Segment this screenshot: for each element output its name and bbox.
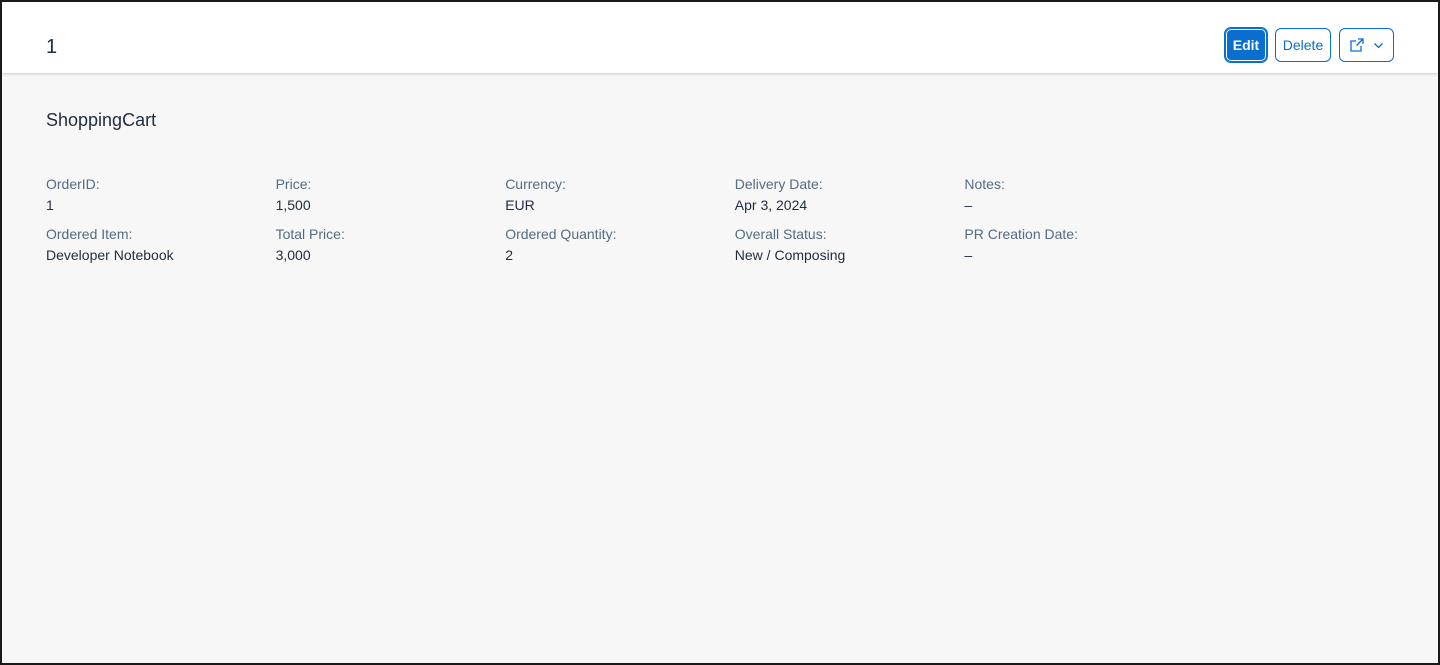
field-order-id: OrderID: 1 [46, 175, 276, 215]
delete-button[interactable]: Delete [1275, 28, 1331, 62]
field-value: New / Composing [734, 247, 846, 263]
object-page: 1 Edit Delete ShoppingCart OrderID: 1 Pr… [0, 0, 1440, 665]
field-value: EUR [505, 197, 535, 213]
chevron-down-icon [1373, 40, 1384, 51]
field-label: Ordered Quantity: [505, 226, 617, 242]
field-value: 3,000 [275, 247, 311, 263]
field-label: Ordered Item: [46, 226, 133, 242]
header-actions: Edit Delete [1224, 27, 1394, 63]
field-label: Delivery Date: [734, 176, 823, 192]
object-header: 1 Edit Delete [2, 2, 1438, 73]
section-title: ShoppingCart [46, 110, 157, 130]
edit-button[interactable]: Edit [1224, 27, 1268, 63]
field-ordered-item: Ordered Item: Developer Notebook [46, 225, 276, 265]
field-value: 2 [505, 247, 513, 263]
field-label: Notes: [964, 176, 1005, 192]
field-value: Apr 3, 2024 [734, 197, 808, 213]
field-price: Price: 1,500 [276, 175, 506, 215]
field-value: Developer Notebook [46, 247, 174, 263]
field-overall-status: Overall Status: New / Composing [735, 225, 965, 265]
section-content: ShoppingCart OrderID: 1 Price: 1,500 Cur… [46, 109, 1394, 263]
field-total-price: Total Price: 3,000 [276, 225, 506, 265]
share-icon [1349, 37, 1365, 53]
field-pr-creation-date: PR Creation Date: – [964, 225, 1194, 265]
field-value: – [964, 197, 973, 213]
field-currency: Currency: EUR [505, 175, 735, 215]
field-label: PR Creation Date: [964, 226, 1078, 242]
field-label: OrderID: [46, 176, 100, 192]
share-menu-button[interactable] [1339, 28, 1394, 62]
field-label: Overall Status: [734, 226, 827, 242]
field-label: Price: [275, 176, 312, 192]
field-label: Currency: [505, 176, 566, 192]
object-title: 1 [46, 36, 58, 58]
field-value: – [964, 247, 973, 263]
field-delivery-date: Delivery Date: Apr 3, 2024 [735, 175, 965, 215]
field-grid: OrderID: 1 Price: 1,500 Currency: EUR De… [46, 175, 1194, 265]
field-label: Total Price: [275, 226, 345, 242]
field-notes: Notes: – [964, 175, 1194, 215]
field-ordered-quantity: Ordered Quantity: 2 [505, 225, 735, 265]
field-value: 1 [46, 197, 54, 213]
field-value: 1,500 [275, 197, 311, 213]
